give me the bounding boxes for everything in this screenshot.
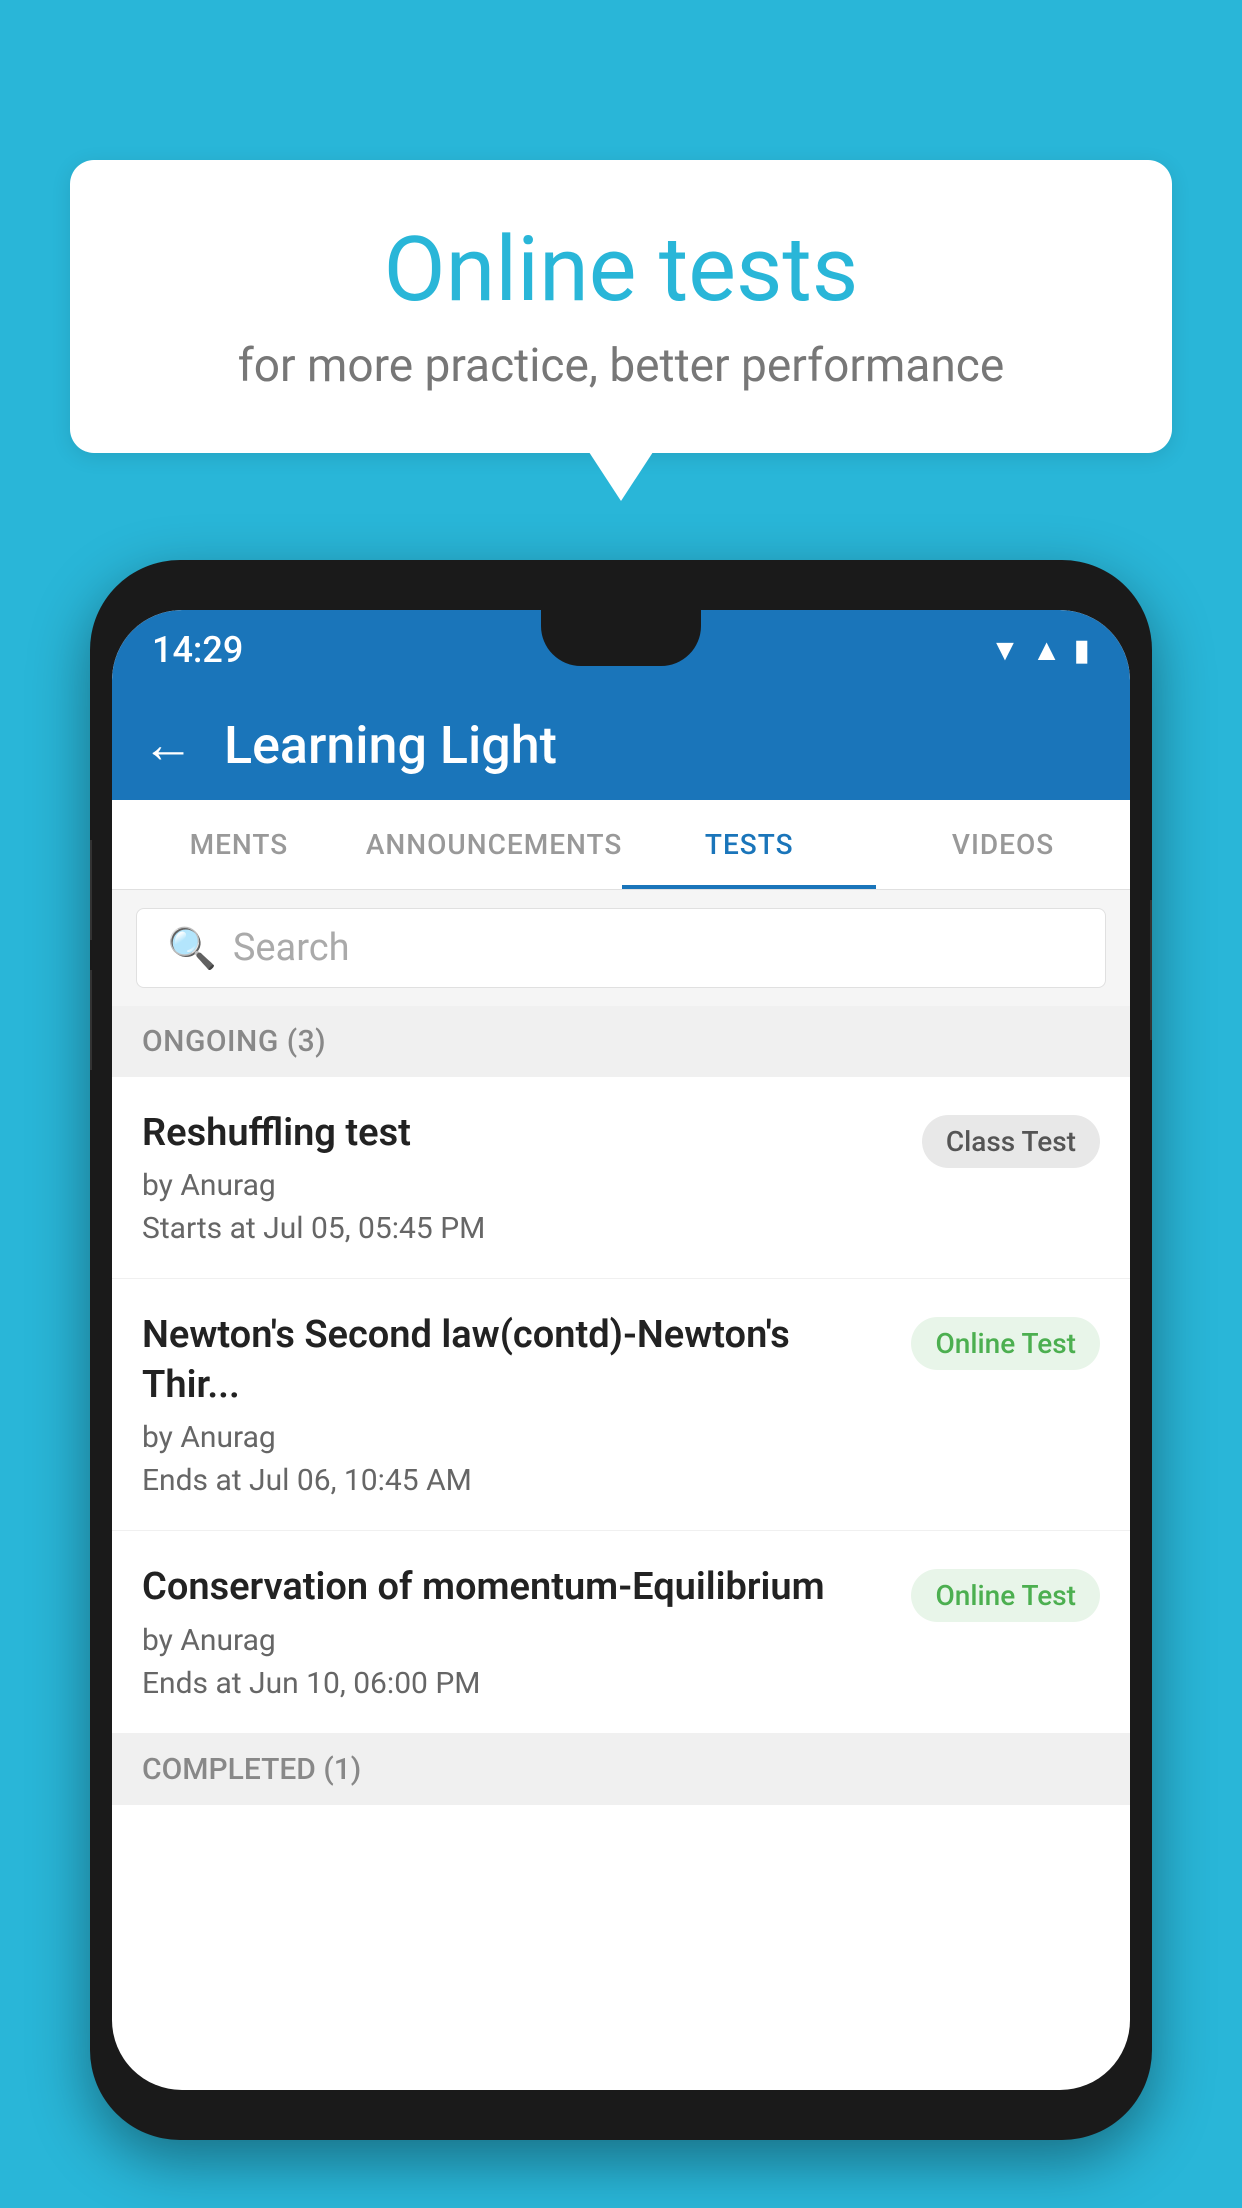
test-date: Ends at Jun 10, 06:00 PM bbox=[142, 1666, 891, 1701]
test-author: by Anurag bbox=[142, 1168, 902, 1203]
test-info: Newton's Second law(contd)-Newton's Thir… bbox=[142, 1311, 891, 1498]
test-badge-online: Online Test bbox=[911, 1317, 1100, 1370]
test-name: Reshuffling test bbox=[142, 1109, 902, 1158]
wifi-icon: ▼ bbox=[990, 633, 1020, 668]
tests-list: Reshuffling test by Anurag Starts at Jul… bbox=[112, 1077, 1130, 1734]
signal-icon: ▲ bbox=[1032, 633, 1062, 668]
test-info: Reshuffling test by Anurag Starts at Jul… bbox=[142, 1109, 902, 1246]
search-icon: 🔍 bbox=[167, 925, 217, 972]
search-placeholder: Search bbox=[233, 926, 350, 970]
status-time: 14:29 bbox=[152, 629, 243, 671]
status-icons: ▼ ▲ ▮ bbox=[990, 633, 1090, 668]
tab-ments[interactable]: MENTS bbox=[112, 800, 366, 889]
volume-down-button[interactable] bbox=[90, 970, 92, 1070]
bubble-subtitle: for more practice, better performance bbox=[150, 339, 1092, 393]
ongoing-section-header: ONGOING (3) bbox=[112, 1006, 1130, 1077]
test-item[interactable]: Conservation of momentum-Equilibrium by … bbox=[112, 1531, 1130, 1733]
tab-announcements[interactable]: ANNOUNCEMENTS bbox=[366, 800, 622, 889]
completed-section-header: COMPLETED (1) bbox=[112, 1734, 1130, 1805]
speech-bubble: Online tests for more practice, better p… bbox=[70, 160, 1172, 453]
volume-up-button[interactable] bbox=[90, 840, 92, 940]
phone-wrapper: 14:29 ▼ ▲ ▮ ← Learning Light MENTS ANNOU… bbox=[90, 560, 1152, 2208]
test-author: by Anurag bbox=[142, 1420, 891, 1455]
test-item[interactable]: Newton's Second law(contd)-Newton's Thir… bbox=[112, 1279, 1130, 1531]
tabs-bar: MENTS ANNOUNCEMENTS TESTS VIDEOS bbox=[112, 800, 1130, 890]
phone-screen: 14:29 ▼ ▲ ▮ ← Learning Light MENTS ANNOU… bbox=[112, 610, 1130, 2090]
back-button[interactable]: ← bbox=[142, 719, 194, 771]
notch bbox=[541, 610, 701, 666]
test-name: Conservation of momentum-Equilibrium bbox=[142, 1563, 891, 1612]
test-author: by Anurag bbox=[142, 1623, 891, 1658]
app-bar: ← Learning Light bbox=[112, 690, 1130, 800]
speech-bubble-container: Online tests for more practice, better p… bbox=[70, 160, 1172, 453]
power-button[interactable] bbox=[1150, 900, 1152, 1040]
test-item[interactable]: Reshuffling test by Anurag Starts at Jul… bbox=[112, 1077, 1130, 1279]
test-badge-class: Class Test bbox=[922, 1115, 1100, 1168]
app-title: Learning Light bbox=[224, 715, 557, 776]
phone-frame: 14:29 ▼ ▲ ▮ ← Learning Light MENTS ANNOU… bbox=[90, 560, 1152, 2140]
search-container: 🔍 Search bbox=[112, 890, 1130, 1006]
test-date: Starts at Jul 05, 05:45 PM bbox=[142, 1211, 902, 1246]
test-info: Conservation of momentum-Equilibrium by … bbox=[142, 1563, 891, 1700]
tab-tests[interactable]: TESTS bbox=[622, 800, 876, 889]
search-box[interactable]: 🔍 Search bbox=[136, 908, 1106, 988]
test-date: Ends at Jul 06, 10:45 AM bbox=[142, 1463, 891, 1498]
tab-videos[interactable]: VIDEOS bbox=[876, 800, 1130, 889]
test-name: Newton's Second law(contd)-Newton's Thir… bbox=[142, 1311, 891, 1410]
test-badge-online-2: Online Test bbox=[911, 1569, 1100, 1622]
battery-icon: ▮ bbox=[1073, 633, 1090, 668]
bubble-title: Online tests bbox=[150, 220, 1092, 319]
